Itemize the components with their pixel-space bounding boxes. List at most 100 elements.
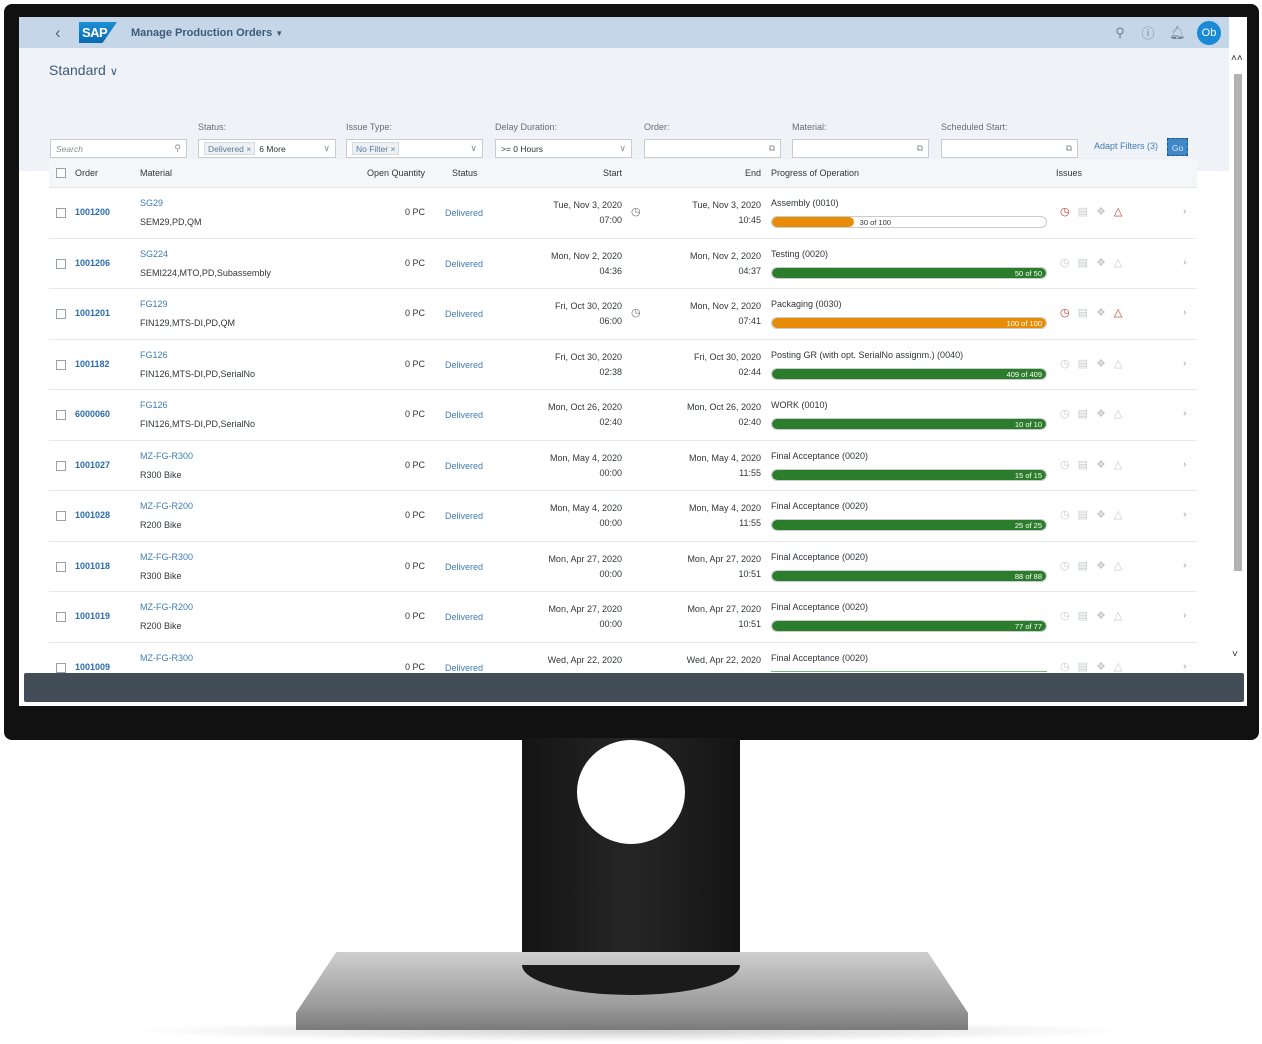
quality-issue-icon[interactable]: △ (1114, 559, 1122, 572)
chevron-down-icon[interactable]: ∨ (470, 143, 477, 154)
resource-issue-icon[interactable]: ▤ (1078, 205, 1088, 218)
bell-icon[interactable]: 🔔︎ (1169, 25, 1186, 41)
col-start[interactable]: Start (549, 168, 622, 178)
material-link[interactable]: FG126 (140, 400, 168, 410)
row-navigation-chevron[interactable]: › (1183, 661, 1186, 672)
status-link[interactable]: Delivered (445, 259, 483, 269)
material-link[interactable]: FG126 (140, 350, 168, 360)
quality-issue-icon[interactable]: △ (1114, 357, 1122, 370)
row-navigation-chevron[interactable]: › (1183, 206, 1186, 217)
row-navigation-chevron[interactable]: › (1183, 408, 1186, 419)
material-link[interactable]: MZ-FG-R300 (140, 653, 193, 663)
table-row[interactable]: 1001028 MZ-FG-R200 R200 Bike 0 PC Delive… (49, 491, 1197, 542)
time-issue-icon[interactable]: ◷ (1060, 256, 1070, 269)
row-navigation-chevron[interactable]: › (1183, 257, 1186, 268)
table-row[interactable]: 1001206 SG224 SEMI224,MTO,PD,Subassembly… (49, 238, 1197, 289)
quality-issue-icon[interactable]: △ (1114, 407, 1122, 420)
col-issues[interactable]: Issues (1056, 168, 1082, 178)
order-link[interactable]: 1001028 (75, 510, 110, 520)
row-navigation-chevron[interactable]: › (1183, 560, 1186, 571)
resource-issue-icon[interactable]: ▤ (1078, 407, 1088, 420)
row-navigation-chevron[interactable]: › (1183, 610, 1186, 621)
component-issue-icon[interactable]: ❖ (1096, 407, 1106, 420)
status-more[interactable]: 6 More (259, 144, 285, 154)
component-issue-icon[interactable]: ❖ (1096, 508, 1106, 521)
status-link[interactable]: Delivered (445, 309, 483, 319)
search-icon[interactable]: ⚲ (174, 143, 181, 154)
variant-selector[interactable]: Standard ∨ (49, 62, 118, 78)
row-checkbox[interactable] (56, 309, 66, 319)
row-checkbox[interactable] (56, 662, 66, 673)
status-link[interactable]: Delivered (445, 208, 483, 218)
vertical-scrollbar[interactable]: ˄˄ ˅ (1229, 53, 1247, 677)
select-all-checkbox[interactable] (56, 168, 66, 178)
row-checkbox[interactable] (56, 410, 66, 420)
time-issue-icon[interactable]: ◷ (1060, 609, 1070, 622)
material-link[interactable]: SG224 (140, 249, 168, 259)
component-issue-icon[interactable]: ❖ (1096, 205, 1106, 218)
time-issue-icon[interactable]: ◷ (1060, 458, 1070, 471)
material-input[interactable]: ⧉ (792, 139, 929, 158)
avatar[interactable]: Ob (1197, 20, 1221, 45)
row-checkbox[interactable] (56, 359, 66, 370)
row-navigation-chevron[interactable]: › (1183, 307, 1186, 318)
order-link[interactable]: 1001201 (75, 308, 110, 318)
component-issue-icon[interactable]: ❖ (1096, 357, 1106, 370)
scheduled-start-input[interactable]: ⧉ (941, 139, 1078, 158)
component-issue-icon[interactable]: ❖ (1096, 559, 1106, 572)
issue-type-token[interactable]: No Filter × (352, 142, 400, 155)
time-issue-icon[interactable]: ◷ (1060, 357, 1070, 370)
chevron-down-icon[interactable]: ∨ (619, 143, 626, 154)
order-link[interactable]: 1001027 (75, 460, 110, 470)
component-issue-icon[interactable]: ❖ (1096, 306, 1106, 319)
scrollbar-thumb[interactable] (1234, 74, 1242, 571)
table-row[interactable]: 1001027 MZ-FG-R300 R300 Bike 0 PC Delive… (49, 440, 1197, 491)
order-link[interactable]: 1001182 (75, 359, 110, 369)
row-checkbox[interactable] (56, 208, 66, 218)
time-issue-icon[interactable]: ◷ (1060, 205, 1070, 218)
adapt-filters-button[interactable]: Adapt Filters (3) (1094, 141, 1158, 151)
col-progress[interactable]: Progress of Operation (771, 168, 859, 178)
row-checkbox[interactable] (56, 460, 66, 471)
table-row[interactable]: 1001018 MZ-FG-R300 R300 Bike 0 PC Delive… (49, 541, 1197, 592)
material-link[interactable]: FG129 (140, 299, 168, 309)
status-link[interactable]: Delivered (445, 562, 483, 572)
delay-duration-select[interactable]: >= 0 Hours ∨ (495, 139, 632, 158)
quality-issue-icon[interactable]: △ (1114, 458, 1122, 471)
time-issue-icon[interactable]: ◷ (1060, 508, 1070, 521)
chevron-down-icon[interactable]: ∨ (323, 143, 330, 154)
status-link[interactable]: Delivered (445, 360, 483, 370)
row-checkbox[interactable] (56, 258, 66, 269)
row-navigation-chevron[interactable]: › (1183, 358, 1186, 369)
row-navigation-chevron[interactable]: › (1183, 509, 1186, 520)
col-open-quantity[interactable]: Open Quantity (349, 168, 425, 178)
component-issue-icon[interactable]: ❖ (1096, 256, 1106, 269)
resource-issue-icon[interactable]: ▤ (1078, 357, 1088, 370)
component-issue-icon[interactable]: ❖ (1096, 660, 1106, 673)
quality-issue-icon[interactable]: △ (1114, 508, 1122, 521)
quality-issue-icon[interactable]: △ (1114, 306, 1122, 319)
row-checkbox[interactable] (56, 561, 66, 572)
order-link[interactable]: 6000060 (75, 409, 110, 419)
material-link[interactable]: MZ-FG-R300 (140, 552, 193, 562)
component-issue-icon[interactable]: ❖ (1096, 458, 1106, 471)
col-order[interactable]: Order (75, 168, 98, 178)
resource-issue-icon[interactable]: ▤ (1078, 256, 1088, 269)
quality-issue-icon[interactable]: △ (1114, 609, 1122, 622)
order-link[interactable]: 1001206 (75, 258, 110, 268)
time-issue-icon[interactable]: ◷ (1060, 559, 1070, 572)
col-status[interactable]: Status (452, 168, 478, 178)
back-button[interactable]: ‹ (55, 23, 69, 43)
resource-issue-icon[interactable]: ▤ (1078, 609, 1088, 622)
table-row[interactable]: 6000060 FG126 FIN126,MTS-DI,PD,SerialNo … (49, 390, 1197, 441)
status-link[interactable]: Delivered (445, 410, 483, 420)
value-help-icon[interactable]: ⧉ (769, 143, 775, 154)
app-title-menu[interactable]: Manage Production Orders ▼ (131, 27, 283, 39)
resource-issue-icon[interactable]: ▤ (1078, 458, 1088, 471)
status-link[interactable]: Delivered (445, 511, 483, 521)
scroll-down-icon[interactable]: ˅ (1232, 649, 1238, 660)
order-link[interactable]: 1001009 (75, 662, 110, 672)
calendar-icon[interactable]: ⧉ (1066, 143, 1072, 154)
time-issue-icon[interactable]: ◷ (1060, 407, 1070, 420)
status-filter[interactable]: Delivered × 6 More ∨ (198, 139, 336, 158)
